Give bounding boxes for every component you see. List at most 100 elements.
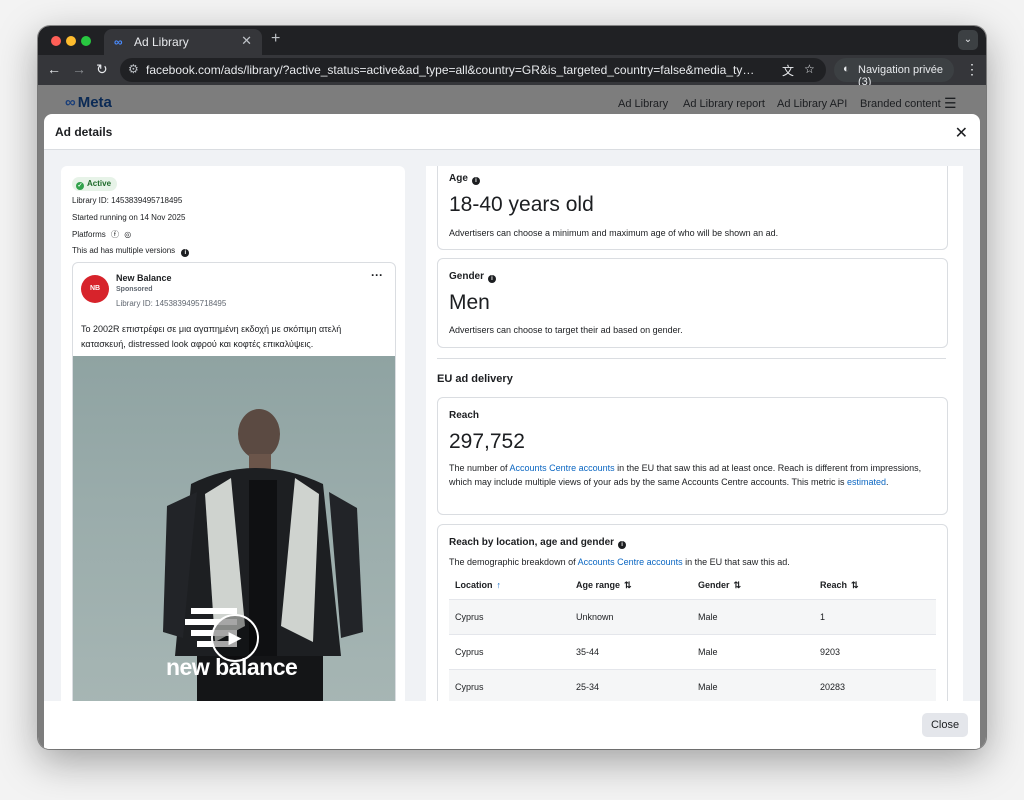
hamburger-menu-icon[interactable]: ☰	[944, 95, 957, 112]
cell-location: Cyprus	[455, 682, 484, 692]
cell-location: Cyprus	[455, 647, 484, 657]
reach-breakdown-table: Location ↑ Age range ⇅ Gender ⇅ Reach ⇅ Cypr…	[449, 571, 936, 701]
url-text[interactable]: facebook.com/ads/library/?active_status=…	[146, 63, 756, 77]
sort-ascending-icon[interactable]: ↑	[497, 580, 502, 590]
age-info-icon[interactable]: i	[471, 177, 480, 185]
info-icon[interactable]: i	[181, 249, 190, 257]
browser-window: ∞ Ad Library ✕ + ⌄ ← → ↻ ⚙ facebook.com/…	[38, 26, 986, 749]
sort-icon[interactable]: ⇅	[851, 580, 859, 590]
meta-favicon-icon: ∞	[114, 35, 123, 49]
age-title: Age i	[449, 173, 480, 185]
details-scroll-area: Age i 18-40 years old Advertisers can cho…	[426, 166, 949, 701]
nav-ad-library[interactable]: Ad Library	[618, 98, 668, 110]
address-bar[interactable]: ⚙ facebook.com/ads/library/?active_statu…	[120, 58, 826, 82]
accounts-centre-link-2[interactable]: Accounts Centre accounts	[578, 557, 683, 567]
page-viewport: ∞ Meta Ad Library Ad Library report Ad Li…	[38, 85, 986, 749]
incognito-profile-button[interactable]: ◐ Navigation privée (3)	[834, 58, 954, 88]
sort-icon[interactable]: ⇅	[624, 580, 632, 590]
column-location[interactable]: Location ↑	[455, 580, 501, 590]
sort-icon[interactable]: ⇅	[734, 580, 742, 590]
eu-ad-delivery-heading: EU ad delivery	[437, 373, 513, 385]
scrollbar[interactable]	[949, 166, 963, 701]
reach-value: 297,752	[449, 430, 525, 453]
tab-title: Ad Library	[134, 35, 189, 49]
ad-library-id: Library ID: 1453839495718495	[116, 299, 227, 308]
cell-reach: 9203	[820, 647, 841, 657]
advertiser-name[interactable]: New Balance	[116, 273, 172, 283]
cell-age-range: Unknown	[576, 612, 614, 622]
maximize-window-button[interactable]	[81, 36, 91, 46]
gender-value: Men	[449, 291, 490, 314]
tab-search-icon[interactable]: ⌄	[958, 30, 978, 50]
back-arrow-icon[interactable]: ←	[47, 61, 61, 77]
estimated-link[interactable]: estimated	[847, 477, 886, 487]
site-header: ∞ Meta Ad Library Ad Library report Ad Li…	[38, 85, 986, 113]
nav-ad-library-api[interactable]: Ad Library API	[777, 98, 847, 110]
facebook-icon: ⓕ	[111, 230, 120, 239]
section-divider	[437, 358, 946, 359]
browser-titlebar: ∞ Ad Library ✕ + ⌄	[38, 26, 986, 55]
bookmark-star-icon[interactable]: ☆	[804, 62, 815, 76]
minimize-window-button[interactable]	[66, 36, 76, 46]
start-date: Started running on 14 Nov 2025	[72, 213, 186, 222]
cell-location: Cyprus	[455, 612, 484, 622]
modal-title: Ad details	[55, 125, 113, 139]
browser-menu-icon[interactable]: ⋮	[965, 61, 979, 78]
cell-age-range: 25-34	[576, 682, 600, 692]
ad-details-modal: Ad details ✕ ✓ Active Library ID: 1453839…	[44, 114, 980, 749]
forward-arrow-icon[interactable]: →	[72, 61, 86, 77]
breakdown-title: Reach by location, age and gender i	[449, 537, 627, 549]
column-reach[interactable]: Reach ⇅	[820, 580, 859, 591]
modal-header: Ad details ✕	[44, 114, 980, 150]
cell-gender: Male	[698, 647, 718, 657]
platforms-row: Platforms ⓕ ◎	[72, 229, 131, 240]
status-badge: ✓ Active	[72, 177, 118, 191]
cell-reach: 1	[820, 612, 826, 622]
incognito-icon: ◐	[843, 63, 850, 75]
tab-close-icon[interactable]: ✕	[241, 33, 252, 49]
close-window-button[interactable]	[51, 36, 61, 46]
table-row: Cyprus Unknown Male 1	[449, 599, 936, 634]
ad-details-panel[interactable]: Age i 18-40 years old Advertisers can cho…	[426, 166, 963, 701]
ad-summary-panel: ✓ Active Library ID: 1453839495718495 Sta…	[61, 166, 405, 701]
modal-body[interactable]: ✓ Active Library ID: 1453839495718495 Sta…	[44, 150, 980, 701]
modal-close-icon[interactable]: ✕	[955, 123, 968, 143]
cell-age-range: 35-44	[576, 647, 600, 657]
nav-branded-content[interactable]: Branded content	[860, 98, 941, 110]
reach-title: Reach	[449, 410, 480, 421]
gender-info-icon[interactable]: i	[488, 275, 497, 283]
table-row: Cyprus 35-44 Male 9203	[449, 634, 936, 669]
modal-footer: Close	[44, 701, 980, 749]
instagram-icon: ◎	[124, 230, 132, 239]
nav-ad-library-report[interactable]: Ad Library report	[683, 98, 765, 110]
meta-logo[interactable]: ∞ Meta	[65, 94, 112, 111]
translate-icon[interactable]: 文	[782, 62, 794, 79]
site-settings-icon[interactable]: ⚙	[128, 62, 139, 76]
table-row: Cyprus 25-34 Male 20283	[449, 669, 936, 701]
accounts-centre-link[interactable]: Accounts Centre accounts	[510, 463, 615, 473]
new-tab-icon[interactable]: +	[271, 30, 280, 48]
reach-breakdown-card: Reach by location, age and gender i The d…	[437, 524, 948, 701]
close-button[interactable]: Close	[922, 713, 968, 737]
ad-preview-card: NB New Balance Sponsored Library ID: 145…	[72, 262, 396, 701]
more-options-icon[interactable]: ···	[371, 268, 383, 282]
breakdown-info-icon[interactable]: i	[618, 541, 627, 549]
ad-video-thumbnail[interactable]: ▶ new balance	[73, 356, 395, 701]
browser-toolbar: ← → ↻ ⚙ facebook.com/ads/library/?active…	[38, 55, 986, 88]
platforms-label: Platforms	[72, 230, 106, 239]
reach-description: The number of Accounts Centre accounts i…	[449, 463, 922, 487]
gender-title: Gender i	[449, 271, 497, 283]
new-balance-wordmark: new balance	[166, 654, 298, 680]
column-age-range[interactable]: Age range ⇅	[576, 580, 632, 591]
sponsored-label: Sponsored	[116, 286, 153, 293]
gender-description: Advertisers can choose to target their a…	[449, 325, 683, 335]
breakdown-description: The demographic breakdown of Accounts Ce…	[449, 557, 790, 567]
browser-tab[interactable]: ∞ Ad Library ✕	[104, 29, 262, 55]
multiple-versions-text: This ad has multiple versions	[72, 246, 176, 255]
reload-icon[interactable]: ↻	[96, 61, 108, 78]
column-gender[interactable]: Gender ⇅	[698, 580, 741, 591]
multiple-versions-row: This ad has multiple versions i	[72, 246, 190, 257]
gender-card: Gender i Men Advertisers can choose to ta…	[437, 258, 948, 348]
advertiser-avatar[interactable]: NB	[81, 275, 109, 303]
cell-gender: Male	[698, 682, 718, 692]
